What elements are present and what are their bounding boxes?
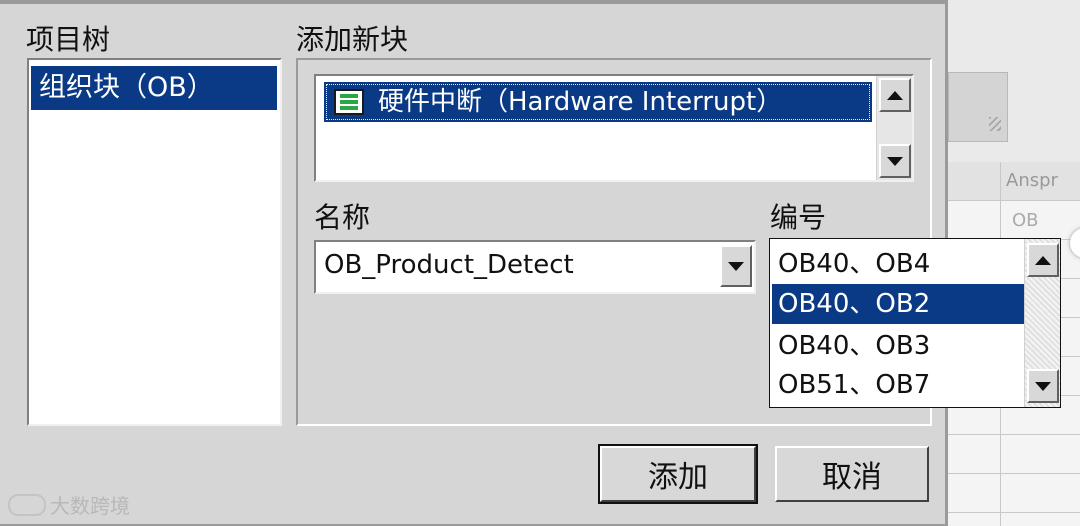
- scroll-down-button[interactable]: [879, 144, 911, 178]
- arrow-down-icon: [1035, 381, 1051, 391]
- arrow-up-icon: [1035, 255, 1051, 265]
- add-block-dialog: 项目树 组织块（OB） 添加新块 硬件中断（Hardware Interrupt…: [0, 0, 1061, 526]
- scroll-up-button[interactable]: [879, 78, 911, 112]
- block-type-scrollbar[interactable]: [876, 76, 912, 180]
- name-value: OB_Product_Detect: [324, 250, 574, 280]
- project-tree-label: 项目树: [26, 23, 111, 56]
- add-button[interactable]: 添加: [598, 444, 758, 504]
- watermark-text: 大数跨境: [50, 494, 130, 518]
- arrow-down-icon: [887, 156, 903, 166]
- arrow-up-icon: [887, 90, 903, 100]
- scroll-down-button[interactable]: [1027, 369, 1059, 403]
- name-dropdown-button[interactable]: [720, 245, 752, 287]
- block-type-item-hardware-interrupt[interactable]: 硬件中断（Hardware Interrupt）: [324, 82, 872, 122]
- tree-item-organization-blocks[interactable]: 组织块（OB）: [31, 66, 277, 110]
- name-label: 名称: [314, 201, 371, 234]
- background-table-cell: Anspr: [1006, 170, 1058, 191]
- number-option[interactable]: OB40、OB3: [772, 326, 1024, 366]
- project-tree-panel[interactable]: 组织块（OB）: [27, 58, 282, 426]
- watermark-logo-icon: [8, 494, 46, 516]
- hardware-interrupt-block-icon: [334, 89, 364, 115]
- block-type-label: 硬件中断（Hardware Interrupt）: [378, 87, 783, 117]
- add-new-block-label: 添加新块: [296, 23, 409, 56]
- number-option[interactable]: OB40、OB4: [772, 244, 1024, 284]
- chevron-down-icon: [728, 261, 744, 271]
- number-label: 编号: [770, 201, 827, 234]
- number-option-selected[interactable]: OB40、OB2: [772, 284, 1024, 324]
- resize-grip-icon: [989, 117, 1001, 131]
- name-combobox[interactable]: OB_Product_Detect: [314, 240, 756, 294]
- scroll-up-button[interactable]: [1027, 243, 1059, 277]
- cancel-button[interactable]: 取消: [775, 446, 929, 502]
- number-list-scrollbar[interactable]: [1024, 239, 1060, 407]
- background-dropdown: [948, 72, 1008, 142]
- number-dropdown-list[interactable]: OB40、OB4 OB40、OB2 OB40、OB3 OB51、OB7: [769, 238, 1061, 408]
- watermark: 大数跨境: [8, 490, 130, 519]
- block-type-list[interactable]: 硬件中断（Hardware Interrupt）: [314, 74, 914, 182]
- dialog-title-bar-edge: [0, 0, 948, 4]
- background-table-cell: OB: [1012, 210, 1039, 231]
- number-option[interactable]: OB51、OB7: [772, 365, 1024, 405]
